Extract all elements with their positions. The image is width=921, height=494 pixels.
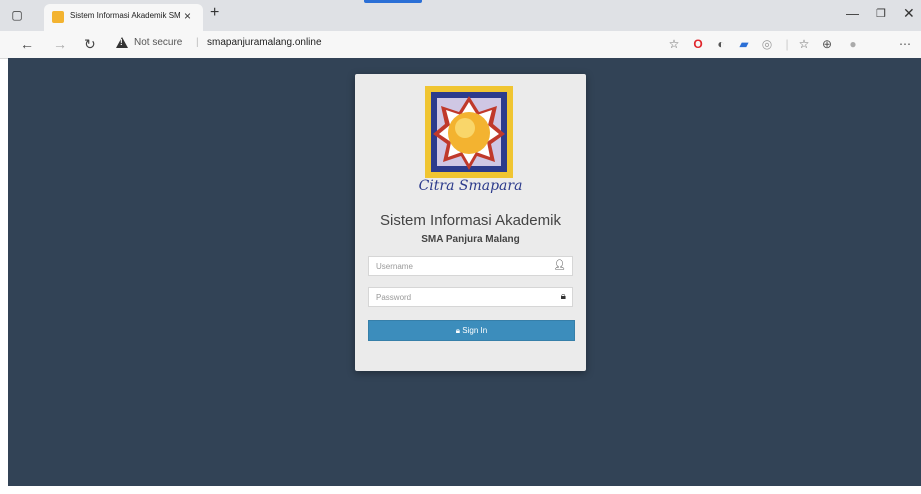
url-text[interactable]: smapanjuramalang.online [207,37,322,48]
minimize-icon[interactable]: — [846,6,859,21]
extension-icon[interactable]: ▰ [737,37,751,51]
tab-title: Sistem Informasi Akademik SMA [70,11,180,20]
extension-icon[interactable]: ◐ [714,37,728,51]
tab-accent [364,0,422,3]
login-box: Citra Smapara Sistem Informasi Akademik … [355,74,586,371]
user-icon: 👤︎ [553,260,566,271]
reload-icon[interactable]: ↻ [84,36,96,53]
more-icon[interactable]: ⋯ [898,37,912,51]
sign-in-label: Sign In [462,326,488,335]
page-title: Sistem Informasi Akademik [380,212,561,229]
profile-icon[interactable]: ● [846,37,860,51]
logo-text: Citra Smapara [418,178,523,194]
password-input[interactable] [369,288,556,306]
browser-tab-strip: ▢ Sistem Informasi Akademik SMA × + — ❐ … [0,0,921,31]
back-icon[interactable]: ← [20,36,34,52]
sidebar-icon[interactable]: ▢ [10,8,24,22]
lock-icon: 🔒︎ [455,326,461,335]
site-favicon-icon [52,11,64,23]
sign-in-button[interactable]: 🔒︎ Sign In [368,320,575,341]
opera-icon[interactable]: O [691,37,705,51]
extension-icon[interactable]: ◎ [760,37,774,51]
school-name: SMA Panjura Malang [421,234,520,245]
favorites-star-icon[interactable]: ☆ [667,37,681,51]
forward-icon[interactable]: → [53,36,67,52]
username-field[interactable]: 👤︎ [368,256,573,276]
password-field[interactable]: 🔒︎ [368,287,573,307]
lock-icon: 🔒︎ [560,291,566,302]
favorites-icon[interactable]: ☆ [797,37,811,51]
warning-icon[interactable] [116,37,128,48]
browser-tab[interactable]: Sistem Informasi Akademik SMA × [44,4,203,31]
close-tab-icon[interactable]: × [184,9,191,23]
close-window-icon[interactable]: ✕ [903,5,915,22]
toolbar-divider: | [785,37,789,51]
restore-icon[interactable]: ❐ [876,7,886,20]
page-background: Citra Smapara Sistem Informasi Akademik … [8,58,921,486]
new-tab-button[interactable]: + [210,4,219,22]
username-input[interactable] [369,257,556,275]
school-logo [425,86,513,178]
collections-icon[interactable]: ⊕ [820,37,834,51]
security-label[interactable]: Not secure [134,37,182,48]
address-bar[interactable]: Not secure | smapanjuramalang.online [110,34,620,54]
address-separator: | [196,37,199,48]
